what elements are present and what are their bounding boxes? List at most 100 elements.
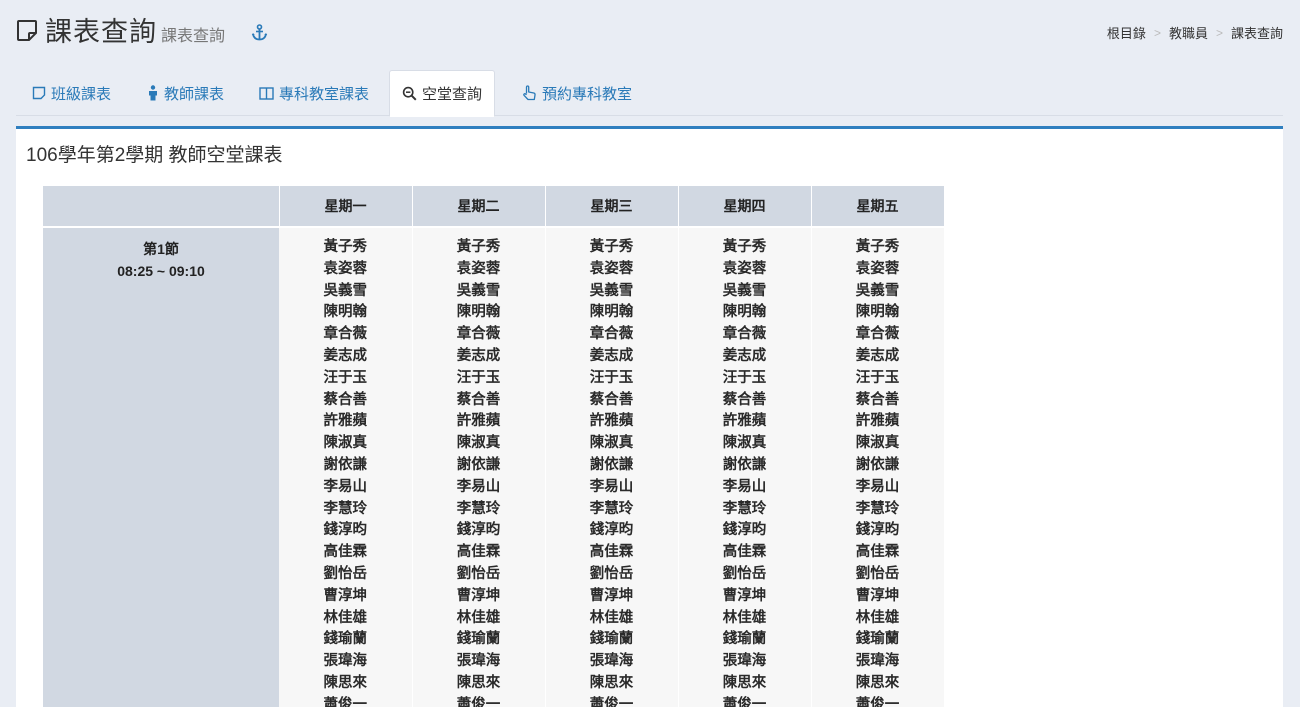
teacher-name: 李易山 — [722, 478, 767, 495]
teacher-name: 李易山 — [323, 478, 368, 495]
free-period-table: 星期一 星期二 星期三 星期四 星期五 第1節 08:25 ~ 09:10 黃子秀袁… — [43, 186, 945, 707]
breadcrumb-root[interactable]: 根目錄 — [1107, 23, 1146, 42]
teacher-name: 陳明翰 — [589, 304, 634, 321]
teacher-name: 陳思來 — [323, 674, 368, 691]
teacher-name: 汪于玉 — [589, 369, 634, 386]
teacher-name: 吳義雪 — [456, 282, 501, 299]
teacher-name: 吳義雪 — [855, 282, 900, 299]
teacher-name: 李易山 — [456, 478, 501, 495]
teacher-name: 錢淳昀 — [722, 522, 767, 539]
teacher-name: 劉怡岳 — [589, 565, 634, 582]
teacher-name: 黃子秀 — [722, 239, 767, 255]
day-cell: 黃子秀 袁姿蓉 吳義雪 陳明翰 章合薇 姜志成 汪于玉 蔡合善 許雅蘋 陳淑真 謝依謙 李易山 李慧玲錢… — [811, 226, 945, 707]
tab-label: 班級課表 — [51, 85, 112, 103]
teacher-name: 劉怡岳 — [722, 565, 767, 582]
day-header: 星期二 — [412, 186, 546, 227]
teacher-name: 高佳霖 — [589, 544, 634, 561]
teacher-name: 林佳雄 — [456, 609, 501, 626]
teacher-name: 張瑋海 — [323, 653, 368, 670]
day-cell: 黃子秀 袁姿蓉 吳義雪 陳明翰 章合薇 姜志成 汪于玉 蔡合善 許雅蘋 陳淑真 謝依謙 李易山 李慧玲錢… — [545, 226, 679, 707]
day-header: 星期五 — [811, 186, 945, 227]
page-header: 課表查詢 課表查詢 根目錄 > 教職員 > 課表查詢 — [0, 0, 1300, 62]
teacher-name: 汪于玉 — [855, 369, 900, 386]
tab-label: 預約專科教室 — [542, 85, 633, 103]
columns-icon — [259, 86, 274, 100]
teacher-name: 謝依謙 — [589, 456, 634, 473]
teacher-name: 陳明翰 — [722, 304, 767, 321]
tab-class-schedule[interactable]: 班級課表 — [20, 70, 123, 116]
teacher-name: 黃子秀 — [589, 239, 634, 255]
teacher-name: 李慧玲 — [323, 500, 368, 517]
tab-bar: 班級課表 教師課表 專科教室課表 空堂查詢 預約專科教室 — [16, 70, 1283, 117]
teacher-name: 錢瑜蘭 — [323, 631, 368, 648]
teacher-name: 劉怡岳 — [855, 565, 900, 582]
teacher-name: 汪于玉 — [456, 369, 501, 386]
teacher-name: 蕭俊一 — [323, 696, 368, 707]
period-time: 08:25 ~ 09:10 — [117, 263, 205, 279]
teacher-name: 蔡合善 — [589, 391, 634, 408]
teacher-name: 林佳雄 — [589, 609, 634, 626]
day-cell: 黃子秀 袁姿蓉 吳義雪 陳明翰 章合薇 姜志成 汪于玉 蔡合善 許雅蘋 陳淑真 謝依謙 李易山 李慧玲錢… — [678, 226, 812, 707]
tab-free-period[interactable]: 空堂查詢 — [389, 70, 496, 117]
teacher-name: 姜志成 — [323, 347, 368, 364]
period-cell: 第1節 08:25 ~ 09:10 — [43, 226, 279, 707]
tab-room-schedule[interactable]: 專科教室課表 — [247, 70, 381, 116]
teacher-name: 蔡合善 — [323, 391, 368, 408]
teacher-name: 謝依謙 — [855, 456, 900, 473]
teacher-name: 高佳霖 — [855, 544, 900, 561]
tab-label: 教師課表 — [164, 85, 225, 103]
tab-label: 空堂查詢 — [422, 86, 483, 103]
day-header: 星期一 — [279, 186, 413, 227]
teacher-name: 蕭俊一 — [456, 696, 501, 707]
teacher-name: 李慧玲 — [589, 500, 634, 517]
teacher-name: 許雅蘋 — [456, 413, 501, 430]
teacher-name: 蕭俊一 — [722, 696, 767, 707]
day-header: 星期三 — [545, 186, 679, 227]
teacher-name: 錢瑜蘭 — [855, 631, 900, 648]
teacher-name: 錢淳昀 — [589, 522, 634, 539]
teacher-name: 陳淑真 — [722, 435, 767, 452]
teacher-name: 許雅蘋 — [855, 413, 900, 430]
teacher-name: 謝依謙 — [323, 456, 368, 473]
teacher-name: 陳思來 — [589, 674, 634, 691]
teacher-name: 高佳霖 — [323, 544, 368, 561]
teacher-name: 曹淳坤 — [855, 587, 900, 604]
anchor-icon[interactable] — [251, 24, 268, 41]
teacher-name: 曹淳坤 — [722, 587, 767, 604]
day-header: 星期四 — [678, 186, 812, 227]
page-title: 課表查詢 — [45, 17, 157, 47]
breadcrumb-separator: > — [1215, 25, 1223, 40]
breadcrumb-staff[interactable]: 教職員 — [1169, 23, 1208, 42]
teacher-name: 林佳雄 — [323, 609, 368, 626]
panel-title: 106學年第2學期 教師空堂課表 — [26, 145, 283, 166]
table-header-row: 星期一 星期二 星期三 星期四 星期五 — [43, 186, 945, 227]
tab-teacher-schedule[interactable]: 教師課表 — [135, 70, 236, 116]
zoom-out-icon — [402, 86, 417, 101]
teacher-name: 張瑋海 — [589, 653, 634, 670]
teacher-name: 吳義雪 — [323, 282, 368, 299]
teacher-name: 陳思來 — [722, 674, 767, 691]
tab-book-room[interactable]: 預約專科教室 — [510, 70, 644, 116]
teacher-name: 陳明翰 — [456, 304, 501, 321]
teacher-name: 許雅蘋 — [722, 413, 767, 430]
teacher-name: 李慧玲 — [855, 500, 900, 517]
teacher-name: 蔡合善 — [456, 391, 501, 408]
teacher-name: 陳淑真 — [323, 435, 368, 452]
day-cell: 黃子秀 袁姿蓉 吳義雪 陳明翰 章合薇 姜志成 汪于玉 蔡合善 許雅蘋 陳淑真 謝依謙 李易山 李慧玲錢… — [279, 226, 413, 707]
teacher-name: 高佳霖 — [456, 544, 501, 561]
teacher-name: 吳義雪 — [722, 282, 767, 299]
teacher-name: 謝依謙 — [722, 456, 767, 473]
person-icon — [149, 85, 157, 101]
teacher-name: 蕭俊一 — [589, 696, 634, 707]
teacher-name: 章合薇 — [855, 326, 900, 343]
teacher-name: 黃子秀 — [855, 239, 900, 255]
teacher-name: 曹淳坤 — [456, 587, 501, 604]
period-label: 第1節 — [143, 241, 179, 257]
teacher-name: 曹淳坤 — [323, 587, 368, 604]
teacher-name: 陳淑真 — [855, 435, 900, 452]
teacher-name: 張瑋海 — [855, 653, 900, 670]
table-row: 第1節 08:25 ~ 09:10 黃子秀 袁姿蓉 吳義雪 陳明翰 章合薇 姜志成 汪于玉 蔡合善… — [43, 226, 945, 707]
teacher-name: 陳明翰 — [855, 304, 900, 321]
breadcrumb-current[interactable]: 課表查詢 — [1231, 23, 1283, 42]
teacher-name: 李慧玲 — [722, 500, 767, 517]
